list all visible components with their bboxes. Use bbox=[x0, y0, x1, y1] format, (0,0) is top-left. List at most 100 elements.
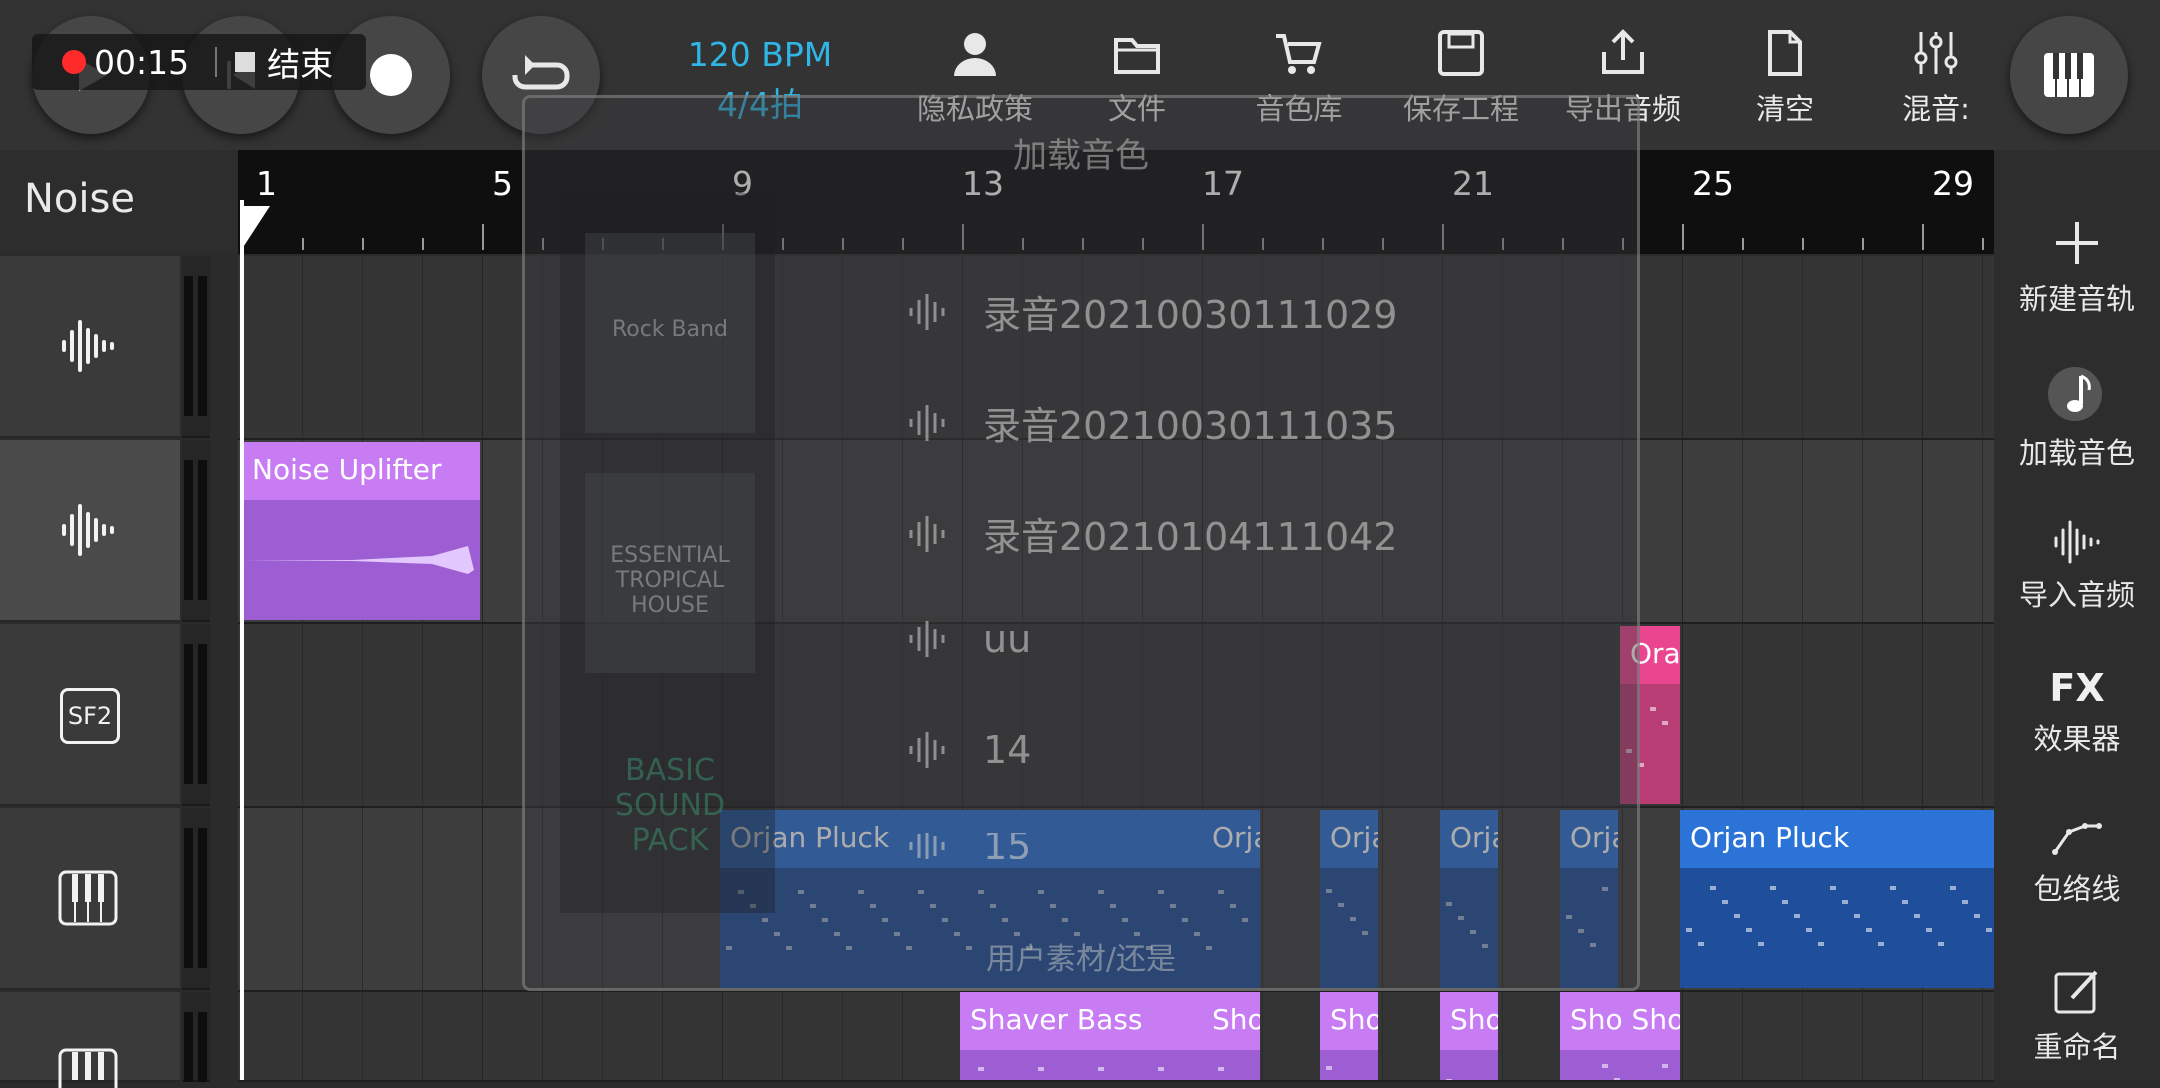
sound-pack-card[interactable]: BASIC SOUND PACK bbox=[585, 713, 755, 913]
sound-pack-list[interactable]: Rock Band ESSENTIAL TROPICAL HOUSE BASIC… bbox=[560, 193, 775, 913]
pack-name: BASIC SOUND PACK bbox=[614, 753, 726, 858]
recording-file-item[interactable]: 录音20210030111029 bbox=[907, 284, 1397, 339]
rename-button[interactable]: 重命名 bbox=[1994, 966, 2160, 1066]
envelope-button[interactable]: 包络线 bbox=[1994, 818, 2160, 908]
grid-line bbox=[302, 808, 303, 990]
track-header-5[interactable] bbox=[0, 992, 180, 1088]
midi-note bbox=[1950, 886, 1956, 890]
midi-note bbox=[1830, 886, 1836, 890]
track-name: Noise bbox=[24, 176, 135, 222]
document-icon bbox=[1768, 30, 1802, 76]
midi-clip[interactable]: Sho Sho bbox=[1560, 992, 1680, 1080]
end-recording-button[interactable]: 结束 bbox=[267, 38, 333, 86]
selected-track-name[interactable]: Noise bbox=[0, 150, 238, 254]
folder-path: 用户素材/还是 bbox=[985, 942, 1177, 977]
midi-clip-label: Sho bbox=[1212, 992, 1260, 1052]
mixer-button[interactable]: 混音: bbox=[1866, 28, 2006, 128]
grid-line bbox=[782, 992, 783, 1080]
clip-notes bbox=[1560, 1050, 1680, 1080]
midi-clip[interactable]: Sho bbox=[1320, 992, 1378, 1080]
load-sound-button[interactable]: 加载音色 bbox=[1994, 366, 2160, 472]
playhead-line[interactable] bbox=[240, 200, 244, 1080]
user-icon bbox=[954, 33, 996, 76]
clip-waveform bbox=[242, 500, 480, 620]
recording-file-item[interactable]: 录音20210030111035 bbox=[907, 395, 1397, 450]
sidebar-label: 重命名 bbox=[2033, 1030, 2121, 1064]
track-lane-5[interactable]: Shaver Bass Sho Sho Sho Sho Sho bbox=[238, 992, 1994, 1082]
grid-line bbox=[1862, 256, 1863, 438]
grid-line bbox=[1862, 624, 1863, 806]
piano-icon bbox=[58, 870, 118, 926]
grid-line bbox=[482, 256, 483, 438]
new-track-button[interactable]: 新建音轨 bbox=[1994, 218, 2160, 318]
load-sound-dialog[interactable]: 加载音色 Rock Band ESSENTIAL TROPICAL HOUSE … bbox=[522, 95, 1640, 991]
import-audio-button[interactable]: 导入音频 bbox=[1994, 520, 2160, 614]
piano-keyboard-button[interactable] bbox=[2010, 16, 2128, 134]
midi-note bbox=[1602, 1064, 1608, 1068]
clear-button[interactable]: 清空 bbox=[1705, 28, 1865, 128]
track-header-2[interactable] bbox=[0, 440, 180, 622]
midi-note bbox=[1722, 900, 1728, 904]
grid-line bbox=[722, 992, 723, 1080]
midi-note bbox=[1662, 1064, 1668, 1068]
grid-line bbox=[1742, 256, 1743, 438]
track-level-meter bbox=[182, 992, 210, 1082]
share-icon bbox=[1602, 29, 1644, 74]
ruler-tick bbox=[1802, 238, 1804, 250]
grid-line bbox=[1262, 992, 1263, 1080]
grid-line bbox=[482, 808, 483, 990]
midi-clip[interactable]: Orjan Pluck bbox=[1680, 810, 1994, 988]
midi-note bbox=[1158, 1067, 1164, 1071]
grid-line bbox=[1682, 256, 1683, 438]
grid-line bbox=[482, 440, 483, 622]
grid-line bbox=[422, 992, 423, 1080]
grid-line bbox=[422, 808, 423, 990]
recording-file-item[interactable]: 14 bbox=[907, 728, 1031, 772]
cart-icon bbox=[1276, 34, 1322, 74]
grid-line bbox=[542, 992, 543, 1080]
grid-line bbox=[1922, 256, 1923, 438]
midi-note bbox=[1938, 942, 1944, 946]
midi-note bbox=[1098, 1067, 1104, 1071]
grid-line bbox=[902, 992, 903, 1080]
clip-notes bbox=[960, 1050, 1260, 1080]
track-header-1[interactable] bbox=[0, 256, 180, 438]
grid-line bbox=[302, 992, 303, 1080]
loop-icon bbox=[512, 55, 570, 90]
ruler-tick bbox=[362, 238, 364, 250]
midi-note bbox=[978, 1067, 984, 1071]
track-header-4[interactable] bbox=[0, 808, 180, 990]
midi-note bbox=[1854, 914, 1860, 918]
midi-clip[interactable]: Sho bbox=[1440, 992, 1498, 1080]
sound-pack-card[interactable]: Rock Band bbox=[585, 233, 755, 433]
effects-button[interactable]: FX 效果器 bbox=[1994, 666, 2160, 758]
track-level-meter bbox=[182, 624, 210, 806]
bar-number: 29 bbox=[1932, 164, 1974, 203]
sf2-icon: SF2 bbox=[60, 688, 120, 744]
grid-line bbox=[1922, 624, 1923, 806]
bar-number: 25 bbox=[1692, 164, 1734, 203]
waveform-icon bbox=[2054, 520, 2100, 564]
midi-note bbox=[1878, 942, 1884, 946]
recording-file-item[interactable]: uu bbox=[907, 617, 1031, 661]
sidebar-label: 加载音色 bbox=[2018, 436, 2135, 470]
midi-note bbox=[1842, 900, 1848, 904]
grid-line bbox=[662, 992, 663, 1080]
track-header-3[interactable]: SF2 bbox=[0, 624, 180, 806]
fx-icon: FX bbox=[2049, 666, 2105, 710]
divider bbox=[215, 47, 218, 77]
ruler-tick bbox=[1862, 238, 1864, 250]
midi-note bbox=[1710, 886, 1716, 890]
dialog-title: 加载音色 bbox=[1013, 136, 1149, 176]
sound-pack-card[interactable]: ESSENTIAL TROPICAL HOUSE bbox=[585, 473, 755, 673]
recording-file-item[interactable]: 录音20210104111042 bbox=[907, 506, 1397, 561]
recording-file-item[interactable]: 15 bbox=[907, 833, 1031, 859]
tool-label: 清空 bbox=[1755, 92, 1814, 126]
grid-line bbox=[602, 992, 603, 1080]
grid-line bbox=[1682, 992, 1683, 1080]
midi-note bbox=[1974, 914, 1980, 918]
midi-note bbox=[1914, 914, 1920, 918]
midi-note bbox=[1038, 1067, 1044, 1071]
audio-clip[interactable]: Noise Uplifter bbox=[242, 442, 480, 620]
midi-note bbox=[1782, 900, 1788, 904]
